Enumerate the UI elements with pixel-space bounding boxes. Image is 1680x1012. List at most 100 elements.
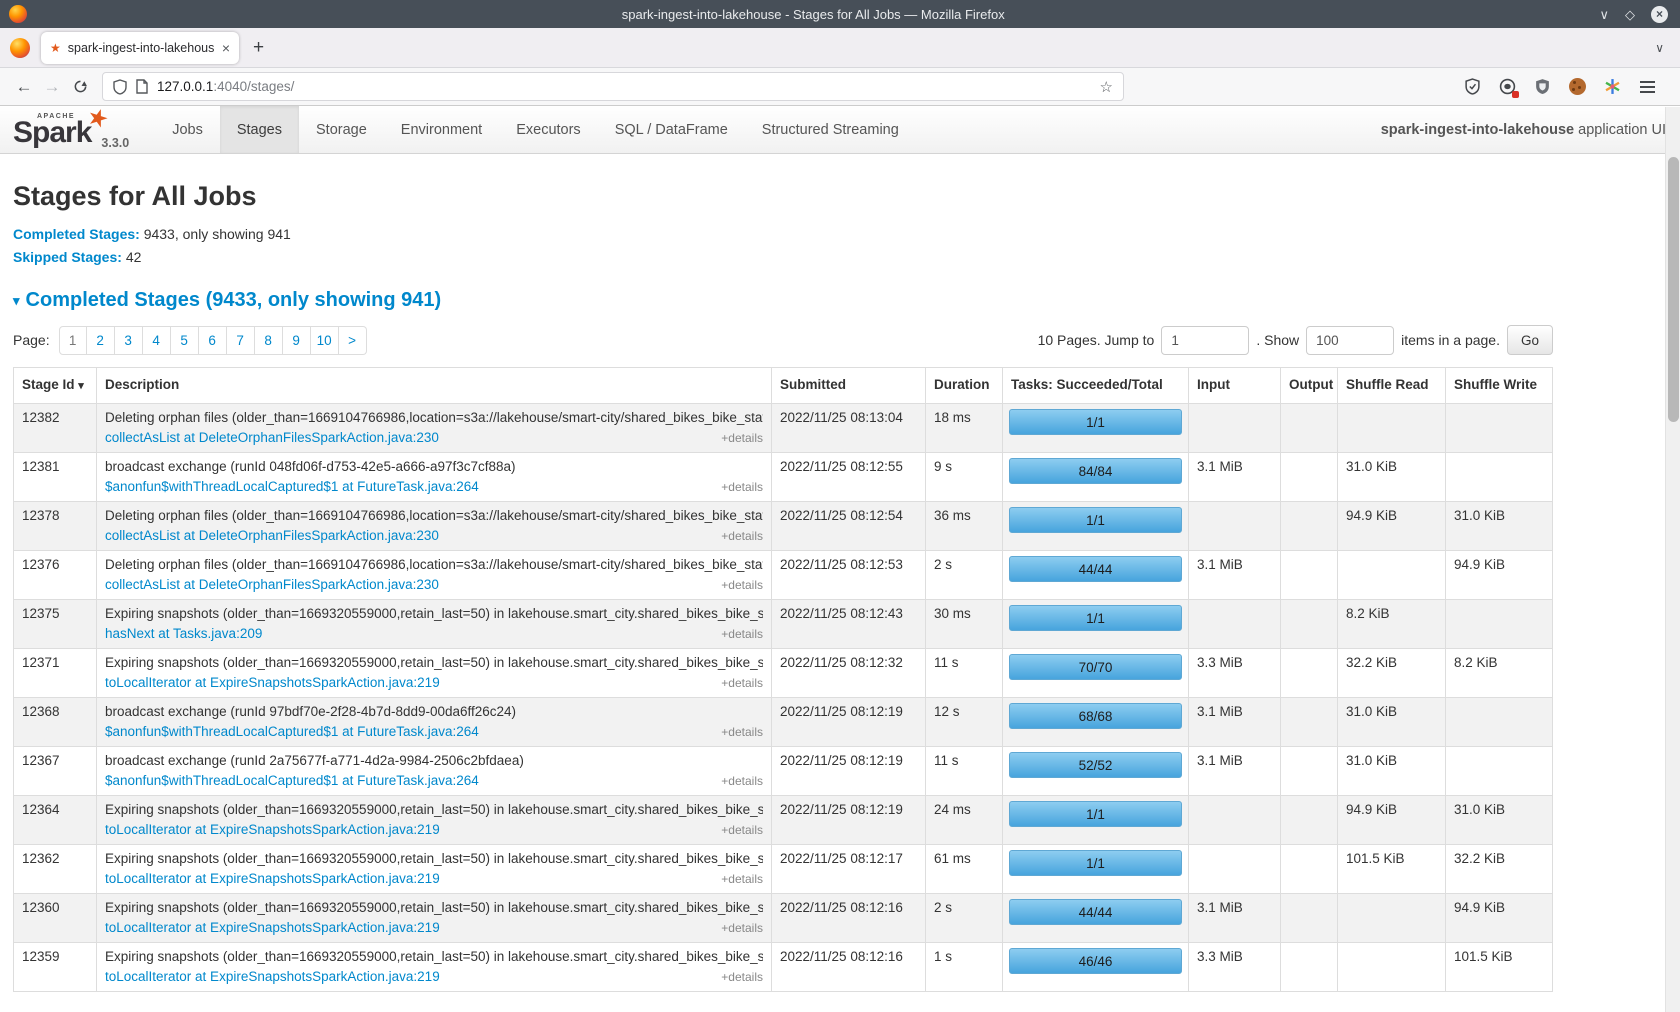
nav-item-jobs[interactable]: Jobs xyxy=(155,106,220,153)
stages-table: Stage Id ▾ Description Submitted Duratio… xyxy=(13,367,1553,992)
details-toggle[interactable]: +details xyxy=(721,968,763,986)
privacy-mask-extension-icon[interactable] xyxy=(1498,78,1516,96)
page-button-5[interactable]: 5 xyxy=(171,326,199,355)
completed-stages-section-toggle[interactable]: ▾ Completed Stages (9433, only showing 9… xyxy=(13,289,1553,312)
stage-callsite-link[interactable]: hasNext at Tasks.java:209 xyxy=(105,625,262,643)
browser-tab[interactable]: ★ spark-ingest-into-lakehous × xyxy=(41,32,239,64)
stage-callsite-link[interactable]: toLocalIterator at ExpireSnapshotsSparkA… xyxy=(105,821,440,839)
stage-callsite-link[interactable]: collectAsList at DeleteOrphanFilesSparkA… xyxy=(105,576,439,594)
page-button-2[interactable]: 2 xyxy=(87,326,115,355)
input-cell: 3.3 MiB xyxy=(1189,649,1281,698)
stage-callsite-link[interactable]: collectAsList at DeleteOrphanFilesSparkA… xyxy=(105,527,439,545)
nav-item-storage[interactable]: Storage xyxy=(299,106,384,153)
nav-item-sql-dataframe[interactable]: SQL / DataFrame xyxy=(598,106,745,153)
details-toggle[interactable]: +details xyxy=(721,625,763,643)
stage-callsite-link[interactable]: $anonfun$withThreadLocalCaptured$1 at Fu… xyxy=(105,478,479,496)
page-button-7[interactable]: 7 xyxy=(227,326,255,355)
page-button-10[interactable]: 10 xyxy=(311,326,339,355)
shuffle-write-cell: 94.9 KiB xyxy=(1446,894,1553,943)
list-tabs-icon[interactable]: ∨ xyxy=(1655,41,1664,55)
completed-stages-link[interactable]: Completed Stages: xyxy=(13,226,140,242)
page-button-1[interactable]: 1 xyxy=(59,326,87,355)
shield-check-extension-icon[interactable] xyxy=(1463,78,1481,96)
details-toggle[interactable]: +details xyxy=(721,478,763,496)
scrollbar-thumb[interactable] xyxy=(1668,157,1679,422)
cookie-extension-icon[interactable] xyxy=(1568,78,1586,96)
stage-callsite-link[interactable]: toLocalIterator at ExpireSnapshotsSparkA… xyxy=(105,919,440,937)
header-tasks[interactable]: Tasks: Succeeded/Total xyxy=(1003,368,1189,404)
stage-callsite-link[interactable]: $anonfun$withThreadLocalCaptured$1 at Fu… xyxy=(105,772,479,790)
details-toggle[interactable]: +details xyxy=(721,429,763,447)
output-cell xyxy=(1281,845,1338,894)
page-button-4[interactable]: 4 xyxy=(143,326,171,355)
stage-description: Deleting orphan files (older_than=166910… xyxy=(105,556,763,574)
shuffle-write-cell: 94.9 KiB xyxy=(1446,551,1553,600)
maximize-icon[interactable]: ◇ xyxy=(1625,8,1635,21)
url-text[interactable]: 127.0.0.1:4040/stages/ xyxy=(157,79,1091,94)
header-shuffle-read[interactable]: Shuffle Read xyxy=(1338,368,1446,404)
tasks-cell: 1/1 xyxy=(1003,845,1189,894)
tab-close-icon[interactable]: × xyxy=(222,40,230,56)
bookmark-star-icon[interactable]: ☆ xyxy=(1100,78,1113,96)
details-toggle[interactable]: +details xyxy=(721,674,763,692)
stage-description: broadcast exchange (runId 2a75677f-a771-… xyxy=(105,752,763,770)
items-per-page-input[interactable] xyxy=(1306,326,1394,355)
stage-callsite-link[interactable]: collectAsList at DeleteOrphanFilesSparkA… xyxy=(105,429,439,447)
description-cell: Expiring snapshots (older_than=166932055… xyxy=(97,943,772,992)
page-button-6[interactable]: 6 xyxy=(199,326,227,355)
page-button-8[interactable]: 8 xyxy=(255,326,283,355)
skipped-stages-link[interactable]: Skipped Stages: xyxy=(13,249,122,265)
tasks-progress-bar: 44/44 xyxy=(1009,556,1182,582)
header-submitted[interactable]: Submitted xyxy=(772,368,926,404)
details-toggle[interactable]: +details xyxy=(721,772,763,790)
shuffle-write-cell: 31.0 KiB xyxy=(1446,502,1553,551)
header-shuffle-write[interactable]: Shuffle Write xyxy=(1446,368,1553,404)
nav-item-structured-streaming[interactable]: Structured Streaming xyxy=(745,106,916,153)
page-button-3[interactable]: 3 xyxy=(115,326,143,355)
spark-navbar: APACHE Spark ★ 3.3.0 JobsStagesStorageEn… xyxy=(0,106,1680,154)
spark-logo[interactable]: APACHE Spark ★ xyxy=(13,106,91,153)
duration-cell: 36 ms xyxy=(926,502,1003,551)
shuffle-read-cell: 31.0 KiB xyxy=(1338,698,1446,747)
back-icon[interactable]: ← xyxy=(10,73,38,101)
stage-callsite-link[interactable]: toLocalIterator at ExpireSnapshotsSparkA… xyxy=(105,674,440,692)
details-toggle[interactable]: +details xyxy=(721,870,763,888)
submitted-cell: 2022/11/25 08:12:43 xyxy=(772,600,926,649)
container-asterisk-extension-icon[interactable] xyxy=(1603,78,1621,96)
page-button-9[interactable]: 9 xyxy=(283,326,311,355)
collapse-arrow-icon: ▾ xyxy=(13,293,20,309)
stage-callsite-link[interactable]: toLocalIterator at ExpireSnapshotsSparkA… xyxy=(105,968,440,986)
tracking-shield-icon[interactable] xyxy=(113,79,127,95)
reload-icon[interactable] xyxy=(66,73,94,101)
submitted-cell: 2022/11/25 08:12:19 xyxy=(772,698,926,747)
page-next-button[interactable]: > xyxy=(339,326,367,355)
details-toggle[interactable]: +details xyxy=(721,821,763,839)
nav-item-executors[interactable]: Executors xyxy=(499,106,597,153)
header-output[interactable]: Output xyxy=(1281,368,1338,404)
page-scrollbar[interactable] xyxy=(1665,107,1680,1012)
nav-item-stages[interactable]: Stages xyxy=(220,106,299,153)
stage-callsite-link[interactable]: toLocalIterator at ExpireSnapshotsSparkA… xyxy=(105,870,440,888)
details-toggle[interactable]: +details xyxy=(721,919,763,937)
stage-id-cell: 12368 xyxy=(14,698,97,747)
url-bar[interactable]: 127.0.0.1:4040/stages/ ☆ xyxy=(102,72,1124,101)
new-tab-button[interactable]: + xyxy=(253,37,264,59)
details-toggle[interactable]: +details xyxy=(721,527,763,545)
header-stage-id[interactable]: Stage Id ▾ xyxy=(14,368,97,404)
header-description[interactable]: Description xyxy=(97,368,772,404)
stage-callsite-link[interactable]: $anonfun$withThreadLocalCaptured$1 at Fu… xyxy=(105,723,479,741)
page-info-icon[interactable] xyxy=(136,79,148,94)
jump-to-page-input[interactable] xyxy=(1161,326,1249,355)
forward-icon[interactable]: → xyxy=(38,73,66,101)
header-duration[interactable]: Duration xyxy=(926,368,1003,404)
shuffle-write-cell: 101.5 KiB xyxy=(1446,943,1553,992)
details-toggle[interactable]: +details xyxy=(721,723,763,741)
header-input[interactable]: Input xyxy=(1189,368,1281,404)
close-icon[interactable]: × xyxy=(1651,6,1668,23)
minimize-icon[interactable]: ∨ xyxy=(1599,8,1609,21)
menu-icon[interactable] xyxy=(1638,78,1656,96)
details-toggle[interactable]: +details xyxy=(721,576,763,594)
ublock-shield-extension-icon[interactable] xyxy=(1533,78,1551,96)
go-button[interactable]: Go xyxy=(1507,325,1553,355)
nav-item-environment[interactable]: Environment xyxy=(384,106,499,153)
